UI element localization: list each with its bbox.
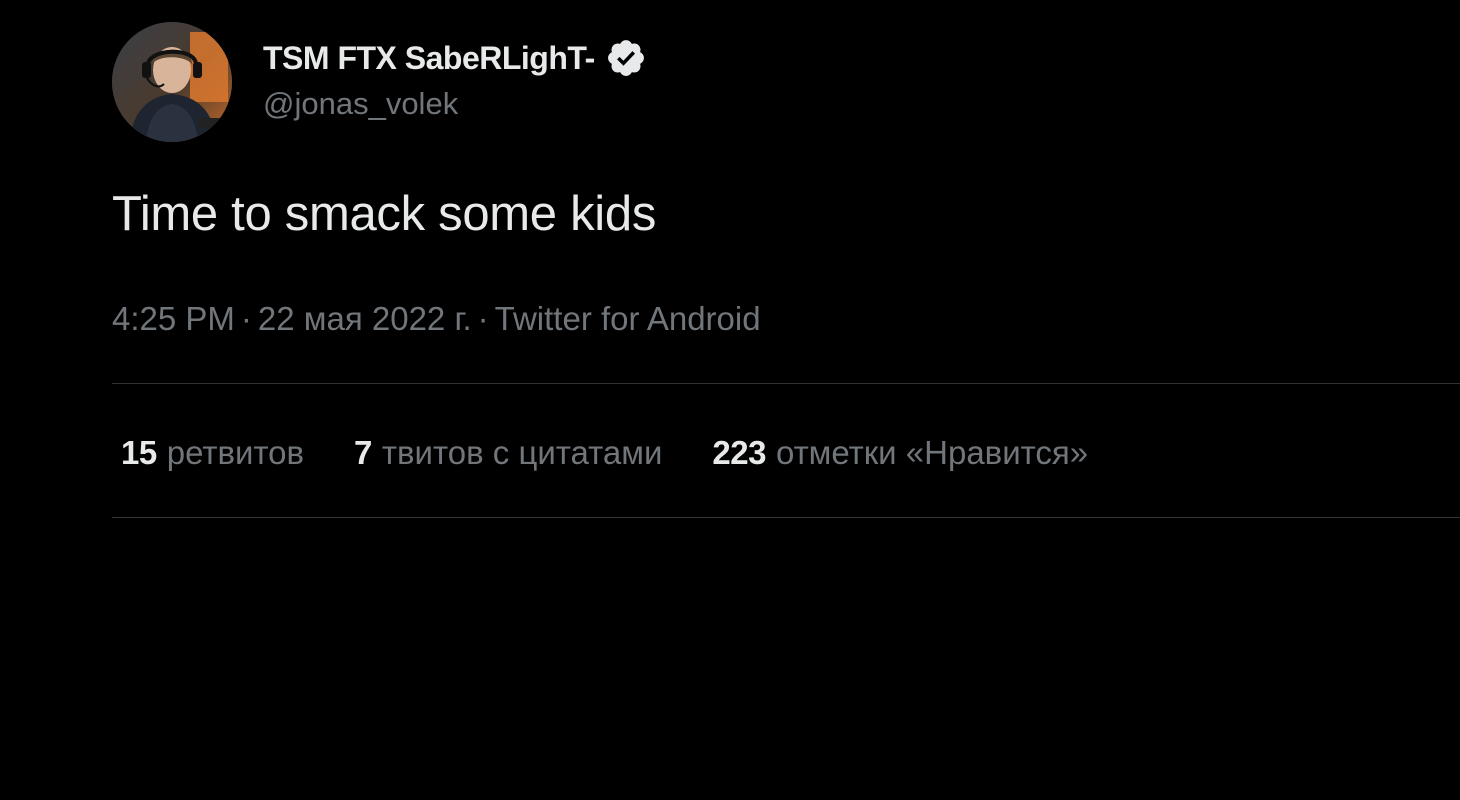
tweet-card: TSM FTX SabeRLighT- @jonas_volek Time to… (0, 0, 1460, 800)
avatar[interactable] (112, 22, 232, 142)
quotes-label: твитов с цитатами (381, 434, 663, 471)
retweets-label: ретвитов (166, 434, 305, 471)
quotes-stat[interactable]: 7 твитов с цитатами (354, 434, 662, 472)
divider (112, 517, 1460, 518)
profile-photo-icon (112, 22, 232, 142)
likes-label: отметки «Нравится» (775, 434, 1089, 471)
tweet-source-link[interactable]: Twitter for Android (495, 300, 761, 337)
tweet-time[interactable]: 4:25 PM (112, 300, 235, 337)
author-handle[interactable]: @jonas_volek (263, 86, 458, 122)
retweets-stat[interactable]: 15 ретвитов (121, 434, 304, 472)
author-display-name[interactable]: TSM FTX SabeRLighT- (263, 40, 595, 77)
likes-stat[interactable]: 223 отметки «Нравится» (712, 434, 1088, 472)
divider (112, 383, 1460, 384)
meta-separator: · (477, 300, 489, 337)
quotes-count: 7 (354, 434, 372, 471)
tweet-date[interactable]: 22 мая 2022 г. (258, 300, 472, 337)
tweet-stats: 15 ретвитов 7 твитов с цитатами 223 отме… (121, 430, 1088, 476)
tweet-meta: 4:25 PM · 22 мая 2022 г. · Twitter for Andro… (112, 300, 761, 338)
tweet-text: Time to smack some kids (112, 187, 657, 241)
meta-separator: · (240, 300, 252, 337)
retweets-count: 15 (121, 434, 157, 471)
likes-count: 223 (712, 434, 766, 471)
verified-badge-icon (605, 37, 647, 79)
author-name-row[interactable]: TSM FTX SabeRLighT- (263, 36, 647, 80)
